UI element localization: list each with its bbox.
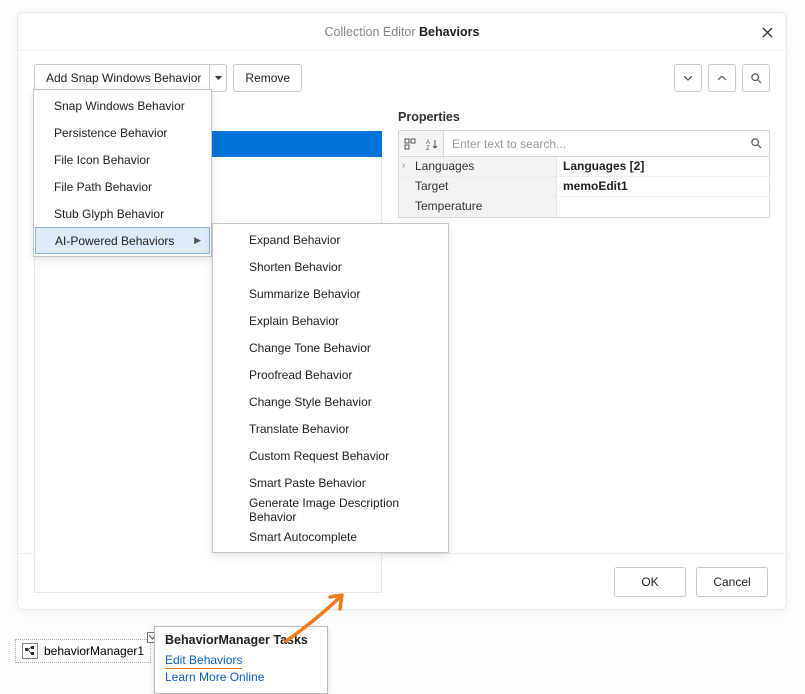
menu-item-label: AI-Powered Behaviors [55,234,174,248]
search-toolbar-button[interactable] [742,64,770,92]
cancel-button[interactable]: Cancel [696,567,768,597]
submenu-item[interactable]: Translate Behavior [213,415,448,442]
ok-button[interactable]: OK [614,567,686,597]
properties-search-row: AZ [398,130,770,157]
alphabetical-button[interactable]: AZ [421,131,443,156]
learn-more-link[interactable]: Learn More Online [165,669,264,685]
chevron-up-icon [718,76,726,81]
title-main: Behaviors [419,25,479,39]
add-behavior-dropdown[interactable] [209,64,227,92]
submenu-item[interactable]: Smart Autocomplete [213,523,448,550]
submenu-item[interactable]: Proofread Behavior [213,361,448,388]
tasks-title: BehaviorManager Tasks [165,633,317,647]
submenu-item[interactable]: Explain Behavior [213,307,448,334]
edit-behaviors-link[interactable]: Edit Behaviors [165,652,242,669]
submenu-item[interactable]: Shorten Behavior [213,253,448,280]
close-icon [762,27,773,38]
svg-text:Z: Z [426,146,430,150]
submenu-item[interactable]: Generate Image Description Behavior [213,496,448,523]
property-value[interactable]: memoEdit1 [557,177,769,196]
behaviormanager-tasks-panel: BehaviorManager Tasks Edit Behaviors Lea… [154,626,328,694]
add-behavior-menu[interactable]: Snap Windows Behavior Persistence Behavi… [33,89,212,257]
property-value[interactable] [557,197,769,217]
ai-behaviors-submenu[interactable]: Expand Behavior Shorten Behavior Summari… [212,223,449,553]
titlebar: Collection Editor Behaviors [18,13,786,51]
component-label: behaviorManager1 [44,644,144,658]
property-row[interactable]: Languages Languages [2] [399,157,769,177]
magnifier-icon [751,138,762,149]
submenu-arrow-icon: ▶ [194,235,201,246]
property-row[interactable]: Temperature [399,197,769,217]
properties-search-icon-btn[interactable] [743,131,769,156]
title-prefix: Collection Editor [325,25,420,39]
submenu-item[interactable]: Custom Request Behavior [213,442,448,469]
remove-button[interactable]: Remove [233,64,302,92]
move-down-button[interactable] [674,64,702,92]
alphabetical-icon: AZ [426,138,438,150]
property-key: Languages [399,157,557,176]
properties-pane: Properties AZ Languages L [398,102,770,553]
submenu-item[interactable]: Change Tone Behavior [213,334,448,361]
property-key: Temperature [399,197,557,217]
move-up-button[interactable] [708,64,736,92]
menu-item-persistence[interactable]: Persistence Behavior [34,119,211,146]
caret-down-icon [215,76,222,80]
menu-item-ai-powered[interactable]: AI-Powered Behaviors ▶ [35,227,210,254]
add-behavior-button[interactable]: Add Snap Windows Behavior [34,64,209,92]
chevron-down-icon [684,76,692,81]
component-tray: behaviorManager1 [15,639,790,663]
categorized-icon [404,138,416,150]
close-button[interactable] [756,21,778,43]
submenu-item[interactable]: Expand Behavior [213,226,448,253]
menu-item-file-icon[interactable]: File Icon Behavior [34,146,211,173]
component-icon [22,643,38,659]
submenu-item[interactable]: Smart Paste Behavior [213,469,448,496]
property-key: Target [399,177,557,196]
property-value[interactable]: Languages [2] [557,157,769,176]
properties-grid[interactable]: Languages Languages [2] Target memoEdit1… [398,157,770,218]
menu-item-stub-glyph[interactable]: Stub Glyph Behavior [34,200,211,227]
categorized-button[interactable] [399,131,421,156]
submenu-item[interactable]: Summarize Behavior [213,280,448,307]
properties-header: Properties [398,102,770,130]
component-behaviormanager[interactable]: behaviorManager1 [15,639,151,663]
search-icon [751,73,762,84]
submenu-item[interactable]: Change Style Behavior [213,388,448,415]
menu-item-snap-windows[interactable]: Snap Windows Behavior [34,92,211,119]
menu-item-file-path[interactable]: File Path Behavior [34,173,211,200]
properties-search-input[interactable] [444,131,743,156]
property-row[interactable]: Target memoEdit1 [399,177,769,197]
